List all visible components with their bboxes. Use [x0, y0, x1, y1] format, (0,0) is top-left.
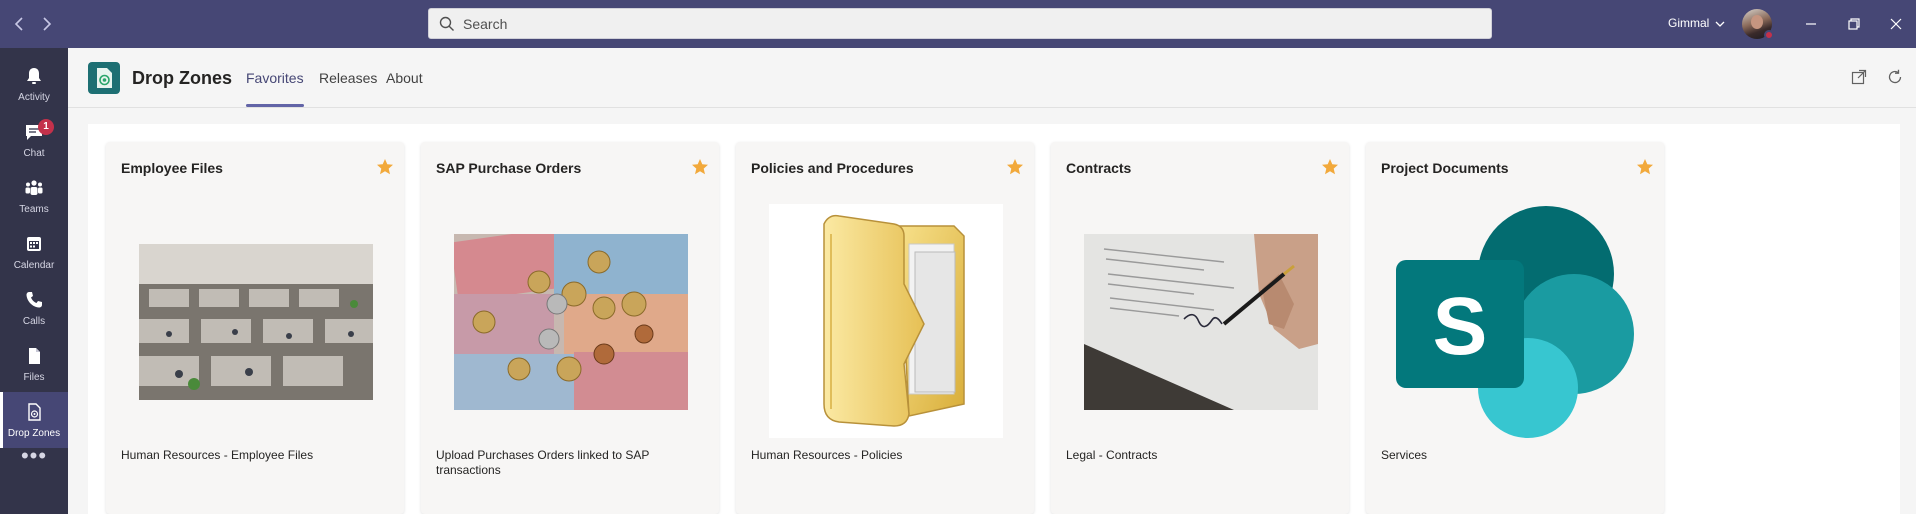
teams-icon [25, 180, 43, 195]
rail-item-calendar[interactable]: Calendar [0, 224, 68, 280]
favorite-star-icon[interactable] [691, 158, 709, 176]
restore-button[interactable] [1842, 12, 1866, 36]
title-bar: Gimmal [0, 0, 1916, 48]
card-title: Policies and Procedures [751, 160, 914, 176]
folder-icon [769, 204, 1003, 438]
drop-zones-logo-icon [88, 62, 120, 94]
drop-zone-card[interactable]: SAP Purchase Orders Upload Purchases Ord… [421, 142, 719, 514]
phone-icon [26, 292, 42, 308]
rail-item-drop-zones[interactable]: Drop Zones [0, 392, 68, 448]
favorite-star-icon[interactable] [1006, 158, 1024, 176]
svg-text:S: S [1433, 281, 1488, 372]
favorite-star-icon[interactable] [1321, 158, 1339, 176]
sharepoint-logo: S [1396, 206, 1636, 440]
minimize-button[interactable] [1799, 12, 1823, 36]
calendar-icon [27, 237, 41, 251]
more-apps-button[interactable]: ••• [0, 444, 68, 484]
chevron-right-icon [43, 17, 52, 31]
signing-contract-photo [1084, 234, 1318, 410]
drop-zones-icon [28, 403, 41, 421]
rail-label: Activity [18, 92, 50, 103]
drop-zone-card[interactable]: Employee Files Human Resources - Employe… [106, 142, 404, 514]
drop-zone-card[interactable]: Contracts Legal - Contracts [1051, 142, 1349, 514]
card-description: Human Resources - Employee Files [121, 448, 314, 462]
drop-zone-card[interactable]: Policies and Procedures Human Resources … [736, 142, 1034, 514]
office-cubicles-photo [139, 244, 373, 400]
active-tab-indicator [246, 104, 304, 107]
app-header: Drop Zones Favorites Releases About [68, 48, 1916, 108]
search-icon [439, 16, 454, 31]
close-icon [1890, 18, 1902, 30]
card-description: Services [1381, 448, 1428, 462]
minimize-icon [1806, 23, 1816, 25]
card-title: Employee Files [121, 160, 223, 176]
bell-icon [27, 68, 41, 84]
rail-label: Chat [23, 148, 45, 159]
rail-item-activity[interactable]: Activity [0, 56, 68, 112]
card-description: Human Resources - Policies [751, 448, 903, 462]
card-description: Upload Purchases Orders linked to SAP tr… [436, 448, 650, 477]
rail-item-chat[interactable]: 1 Chat [0, 112, 68, 168]
restore-icon [1848, 18, 1860, 30]
tab-favorites[interactable]: Favorites [246, 70, 304, 86]
close-button[interactable] [1884, 12, 1908, 36]
euro-money-photo [454, 234, 688, 410]
rail-label: Calls [22, 316, 46, 327]
favorite-star-icon[interactable] [1636, 158, 1654, 176]
chevron-left-icon [14, 17, 23, 31]
chevron-down-icon[interactable] [1715, 19, 1725, 29]
tab-releases[interactable]: Releases [319, 70, 377, 86]
refresh-icon[interactable] [1886, 68, 1904, 86]
presence-status-icon [1764, 30, 1774, 40]
back-button[interactable] [8, 13, 30, 35]
unread-badge: 1 [38, 119, 54, 135]
app-title: Drop Zones [132, 68, 233, 88]
search-input[interactable] [459, 9, 1459, 38]
favorites-panel: Employee Files Human Resources - Employe… [88, 124, 1900, 514]
rail-label: Drop Zones [7, 428, 61, 439]
rail-item-teams[interactable]: Teams [0, 168, 68, 224]
search-box[interactable] [428, 8, 1492, 39]
rail-label: Calendar [13, 260, 55, 271]
rail-item-calls[interactable]: Calls [0, 280, 68, 336]
file-icon [29, 348, 40, 364]
popout-icon[interactable] [1850, 68, 1868, 86]
card-description: Legal - Contracts [1066, 448, 1158, 462]
favorite-star-icon[interactable] [376, 158, 394, 176]
rail-label: Teams [19, 204, 49, 215]
tenant-switcher[interactable]: Gimmal [1668, 16, 1709, 30]
rail-label: Files [23, 372, 45, 383]
forward-button[interactable] [36, 13, 58, 35]
tab-about[interactable]: About [386, 70, 423, 86]
rail-item-files[interactable]: Files [0, 336, 68, 392]
card-title: Project Documents [1381, 160, 1509, 176]
drop-zone-card[interactable]: Project Documents S Services [1366, 142, 1664, 514]
card-title: SAP Purchase Orders [436, 160, 582, 176]
app-rail: Activity 1 Chat Teams Calendar Calls Fil… [0, 48, 68, 514]
card-title: Contracts [1066, 160, 1132, 176]
